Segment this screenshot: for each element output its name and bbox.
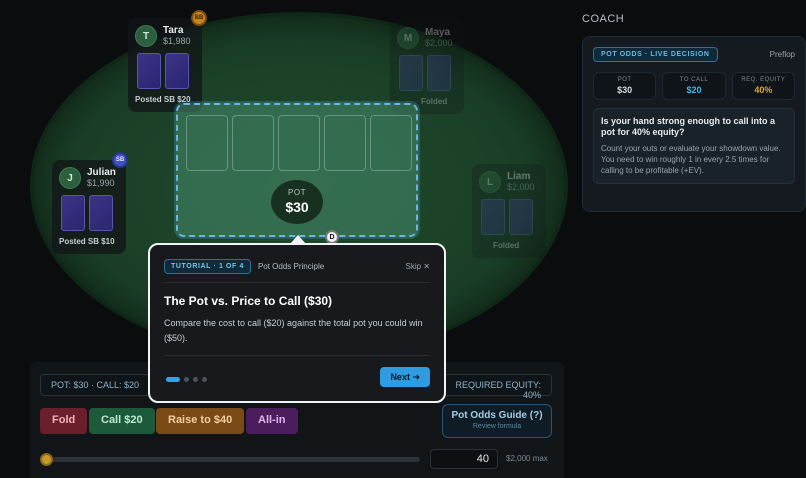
seat-liam: L Liam $2,000 Folded [472,164,546,258]
big-blind-badge: BB [191,10,207,26]
pot-value: $30 [285,199,309,215]
avatar: J [59,167,81,189]
step-dot [166,377,180,382]
max-label: $2,000 max [506,454,548,463]
card-back [165,53,189,89]
skip-button[interactable]: Skip ✕ [406,262,431,271]
stat-pot: POT $30 [593,72,657,100]
coach-heading: COACH [582,13,625,25]
raise-slider-handle[interactable] [40,453,53,466]
live-decision-pill: POT ODDS · LIVE DECISION [593,47,718,62]
step-dot [184,377,189,382]
avatar: T [135,25,157,47]
seat-julian: J Julian $1,990 Posted SB $10 [52,160,126,254]
guide-subtitle: Review formula [472,423,522,430]
stat-key: POT [617,77,632,83]
stat-value: $30 [617,85,633,95]
hole-cards [399,55,457,91]
folded-status: Folded [421,97,448,106]
card-back [61,195,85,231]
tutorial-body: Compare the cost to call ($20) against t… [164,318,423,343]
card-slot-5 [370,115,412,171]
card-back [89,195,113,231]
stat-key: REQ. EQUITY [741,77,786,83]
avatar: M [397,27,419,49]
community-board: POT $30 [176,103,418,237]
step-dot [202,377,207,382]
hole-cards [137,53,195,89]
stat-to-call: TO CALL $20 [662,72,726,100]
player-name: Tara [163,25,184,36]
card-back [509,199,533,235]
stat-req-equity: REQ. EQUITY 40% [731,72,795,100]
card-back [137,53,161,89]
all-in-button[interactable]: All-in [246,408,298,434]
stat-value: $20 [686,85,702,95]
card-slot-3 [278,115,320,171]
stat-value: 40% [754,85,773,95]
avatar: L [479,171,501,193]
pot-label: POT [288,188,306,197]
street-label: Preflop [769,50,795,59]
hole-cards [481,199,539,235]
player-name: Maya [425,27,451,38]
player-name: Julian [87,167,116,178]
hole-cards [61,195,119,231]
card-back [399,55,423,91]
tutorial-title: The Pot vs. Price to Call ($30) [164,294,333,308]
card-back [481,199,505,235]
small-blind-badge: SB [112,152,128,168]
raise-slider-track[interactable] [44,457,420,462]
posted-blind: Posted SB $10 [59,237,115,246]
pot-display: POT $30 [270,179,324,225]
coach-explanation: Count your outs or evaluate your showdow… [601,144,781,175]
coach-question: Is your hand strong enough to call into … [601,116,776,137]
step-dot [193,377,198,382]
player-name: Liam [507,171,531,182]
divider [164,355,430,356]
coach-question-box: Is your hand strong enough to call into … [593,108,795,184]
player-stack: $2,000 [507,182,535,192]
card-slot-4 [324,115,366,171]
raise-amount-input[interactable]: 40 [430,449,498,469]
required-equity-info: REQUIRED EQUITY: 40% [434,374,552,400]
dealer-button: D [325,230,339,244]
tutorial-topic: Pot Odds Principle [257,262,325,271]
next-button[interactable]: Next ➜ [380,367,430,387]
card-slot-1 [186,115,228,171]
call-button[interactable]: Call $20 [89,408,155,434]
pot-odds-guide-button[interactable]: Pot Odds Guide (?) Review formula [442,404,552,438]
tutorial-step-badge: TUTORIAL · 1 OF 4 [164,259,251,274]
card-slot-2 [232,115,274,171]
fold-button[interactable]: Fold [40,408,88,434]
divider [164,282,430,283]
player-stack: $1,990 [87,178,115,188]
seat-maya: M Maya $2,000 Folded [390,20,464,114]
guide-title: Pot Odds Guide (?) [451,410,543,421]
coach-panel: POT ODDS · LIVE DECISION Preflop POT $30… [582,36,806,212]
player-stack: $2,000 [425,38,453,48]
odds-stats: POT $30 TO CALL $20 REQ. EQUITY 40% [593,72,795,100]
tutorial-modal: TUTORIAL · 1 OF 4 Pot Odds Principle Ski… [148,243,446,403]
poker-trainer: T Tara $1,980 Posted SB $20 BB M Maya $2… [0,0,806,478]
pot-call-info: POT: $30 · CALL: $20 [40,374,151,396]
stat-key: TO CALL [679,77,709,83]
folded-status: Folded [493,241,520,250]
step-indicator [166,377,207,382]
raise-button[interactable]: Raise to $40 [156,408,245,434]
card-back [427,55,451,91]
seat-tara: T Tara $1,980 Posted SB $20 [128,18,202,112]
player-stack: $1,980 [163,36,191,46]
